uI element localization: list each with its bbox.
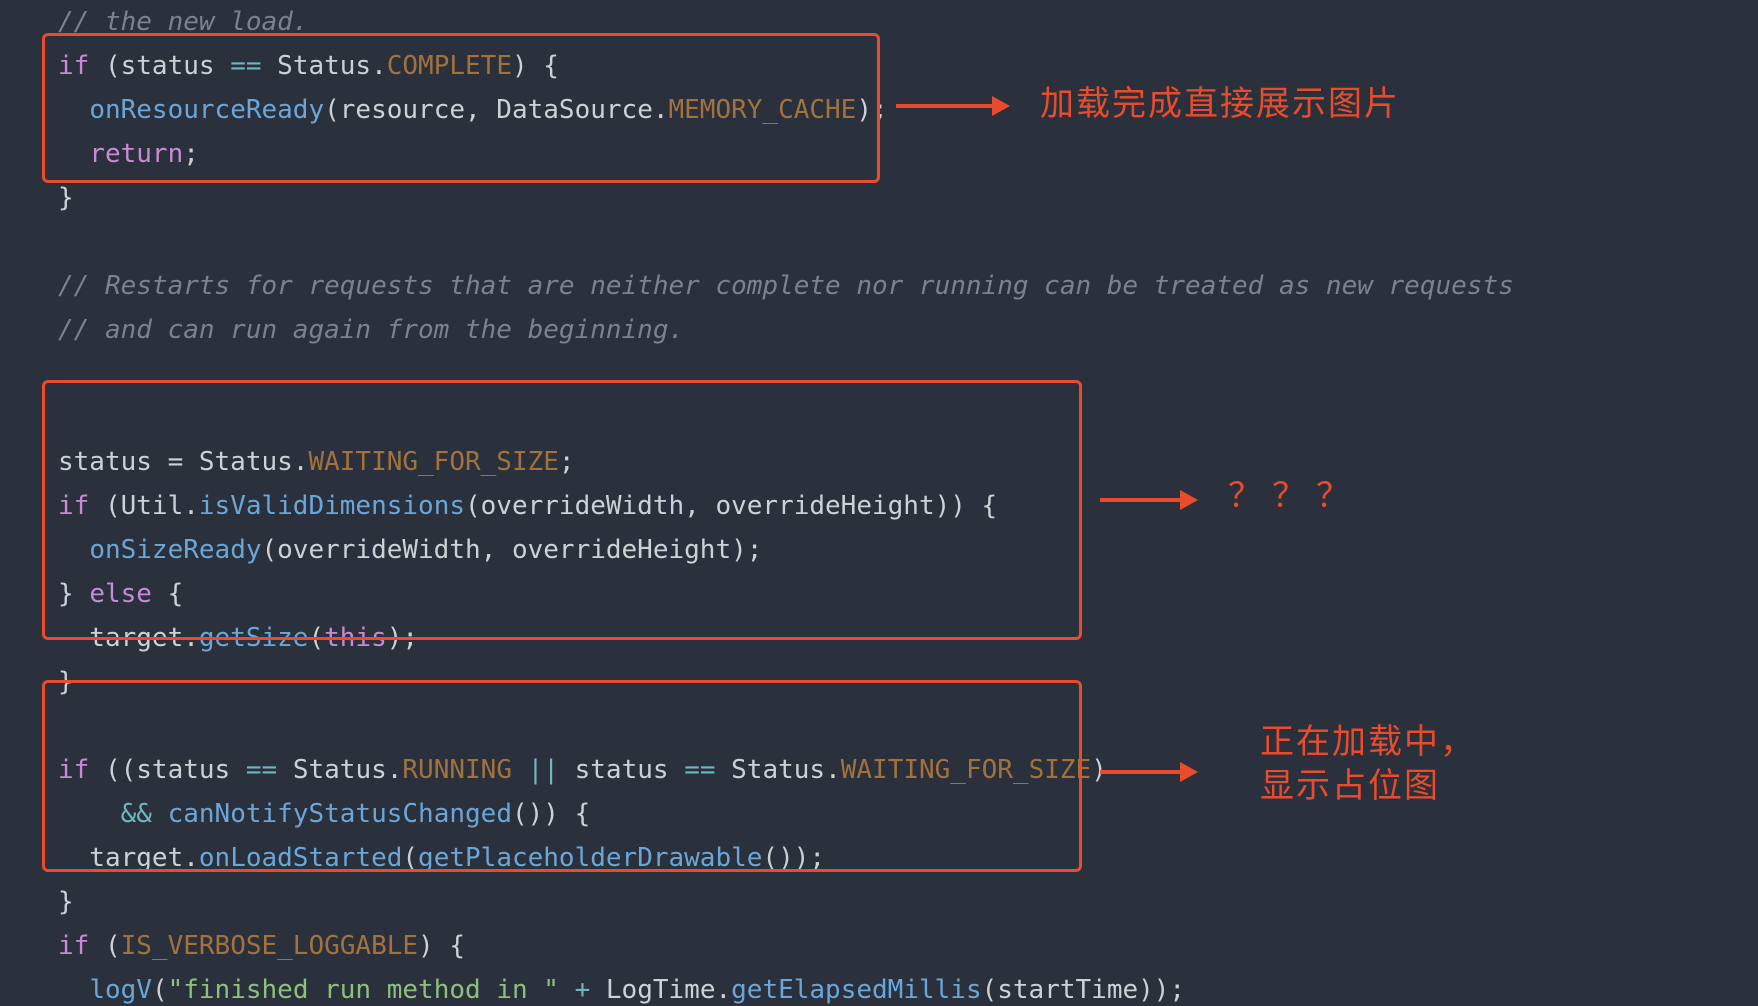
code-method: getElapsedMillis [731,975,981,1005]
code-keyword: else [89,579,152,609]
code-method: onLoadStarted [199,843,403,873]
annotation-label-3: 正在加载中， 显示占位图 [1260,720,1476,808]
code-method: onSizeReady [89,535,261,565]
annotation-line: 正在加载中， [1260,723,1476,761]
annotation-label-1: 加载完成直接展示图片 [1040,82,1400,126]
code-comment: // and can run again from the beginning. [58,315,684,345]
code-comment: // Restarts for requests that are neithe… [58,271,1514,301]
code-comment: // the new load. [58,7,308,37]
code-annotated-figure: // the new load. if (status == Status.CO… [0,0,1758,1006]
arrow-icon [896,96,1010,116]
code-keyword: return [89,139,183,169]
annotation-line: 显示占位图 [1260,767,1440,805]
code-method: isValidDimensions [199,491,465,521]
code-method: getPlaceholderDrawable [418,843,762,873]
code-method: getSize [199,623,309,653]
code-string: "finished run method in " [168,975,559,1005]
code-method: logV [89,975,152,1005]
code-method: onResourceReady [89,95,324,125]
code-keyword: if [58,931,89,961]
code-keyword: if [58,51,89,81]
code-keyword: if [58,491,89,521]
code-keyword: if [58,755,89,785]
arrow-icon [1100,490,1198,510]
arrow-icon [1100,762,1198,782]
annotation-label-2: ？？？ [1228,474,1360,518]
code-method: canNotifyStatusChanged [168,799,512,829]
